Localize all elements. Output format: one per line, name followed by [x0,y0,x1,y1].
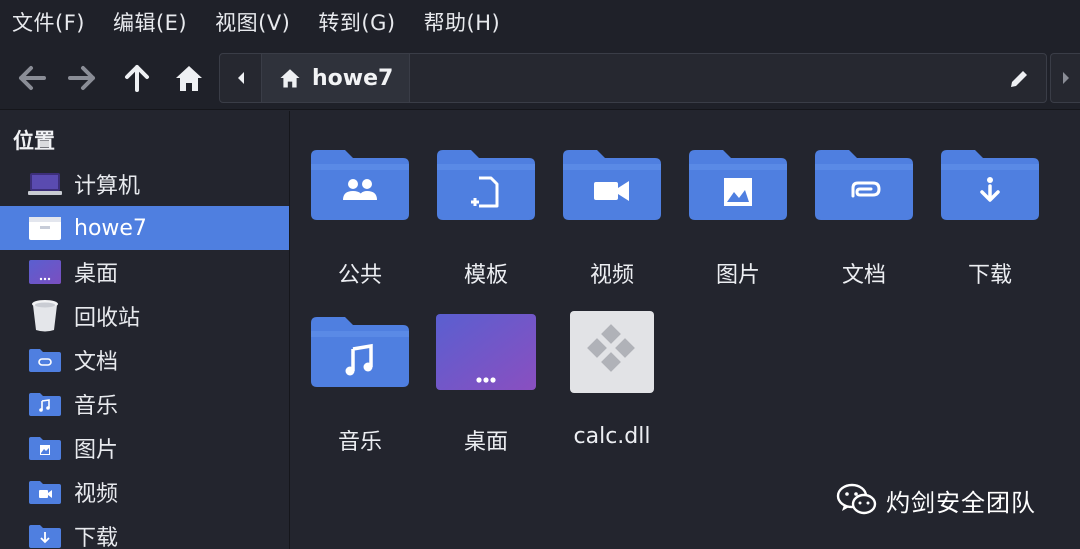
file-item-desktop[interactable]: 桌面 [423,296,549,456]
up-button[interactable] [119,60,155,96]
arrow-right-icon [68,66,95,90]
sidebar-item-videos[interactable]: 视频 [0,470,289,514]
menu-go[interactable]: 转到(G) [318,7,395,37]
pencil-icon [1011,71,1027,87]
file-item-videos[interactable]: 视频 [549,129,675,289]
path-scroll-left-button[interactable] [220,54,262,102]
pictures-folder-icon [675,129,801,241]
trash-icon [27,300,63,332]
forward-button[interactable] [64,60,100,96]
menu-help[interactable]: 帮助(H) [424,7,501,37]
file-item-documents[interactable]: 文档 [801,129,927,289]
file-item-templates[interactable]: 模板 [423,129,549,289]
file-item-label: 模板 [463,263,508,288]
watermark: 灼剑安全团队 [836,480,1036,520]
toolbar: howe7 [0,44,1080,110]
file-item-calc-dll[interactable]: calc.dll [549,296,675,456]
documents-folder-icon [801,129,927,241]
sidebar-item-documents[interactable]: 文档 [0,338,289,382]
file-item-label: 桌面 [463,430,508,455]
sidebar-item-music[interactable]: 音乐 [0,382,289,426]
home-button[interactable] [171,60,207,96]
file-item-downloads[interactable]: 下载 [927,129,1053,289]
location-bar[interactable]: howe7 [219,53,1047,103]
desktop-folder-icon [423,296,549,408]
path-scroll-right-button[interactable] [1050,53,1080,103]
file-item-label: 下载 [967,263,1012,288]
file-item-label: 图片 [715,263,760,288]
places-sidebar: 位置 计算机 howe7 桌面 回收站 文档 音乐 图片 视频 下载 [0,111,290,549]
back-button[interactable] [14,60,50,96]
documents-folder-icon [27,345,63,375]
breadcrumb-home[interactable]: howe7 [262,54,410,102]
music-folder-icon [297,296,423,408]
menu-edit[interactable]: 编辑(E) [113,7,187,37]
file-item-music[interactable]: 音乐 [297,296,423,456]
watermark-text: 灼剑安全团队 [886,488,1036,517]
file-item-label: 文档 [841,263,886,288]
home-icon [280,69,300,88]
videos-folder-icon [27,477,63,507]
file-item-public[interactable]: 公共 [297,129,423,289]
file-item-pictures[interactable]: 图片 [675,129,801,289]
arrow-left-icon [19,66,46,90]
arrow-up-icon [125,65,149,92]
menu-view[interactable]: 视图(V) [215,7,290,37]
sidebar-item-pictures[interactable]: 图片 [0,426,289,470]
sidebar-item-computer[interactable]: 计算机 [0,162,289,206]
wechat-icon [836,483,877,515]
desktop-icon [27,257,63,287]
computer-icon [27,169,63,199]
sidebar-heading: 位置 [13,129,55,153]
music-folder-icon [27,389,63,419]
home-folder-icon [27,213,63,243]
file-item-label: 公共 [337,263,382,288]
breadcrumb-label: howe7 [312,65,394,91]
public-folder-icon [297,129,423,241]
downloads-folder-icon [27,521,63,549]
dll-file-icon [549,296,675,408]
sidebar-item-trash[interactable]: 回收站 [0,294,289,338]
file-item-label: calc.dll [573,424,651,449]
chevron-right-icon [1062,72,1069,84]
home-icon [176,66,202,91]
downloads-folder-icon [927,129,1053,241]
sidebar-item-home[interactable]: howe7 [0,206,289,250]
menu-bar: 文件(F) 编辑(E) 视图(V) 转到(G) 帮助(H) [0,0,1080,44]
chevron-left-icon [237,72,244,84]
sidebar-item-desktop[interactable]: 桌面 [0,250,289,294]
edit-path-button[interactable] [1006,66,1032,92]
file-item-label: 视频 [589,263,634,288]
file-item-label: 音乐 [337,430,382,455]
sidebar-item-downloads[interactable]: 下载 [0,514,289,549]
videos-folder-icon [549,129,675,241]
pictures-folder-icon [27,433,63,463]
templates-folder-icon [423,129,549,241]
menu-file[interactable]: 文件(F) [12,7,85,37]
